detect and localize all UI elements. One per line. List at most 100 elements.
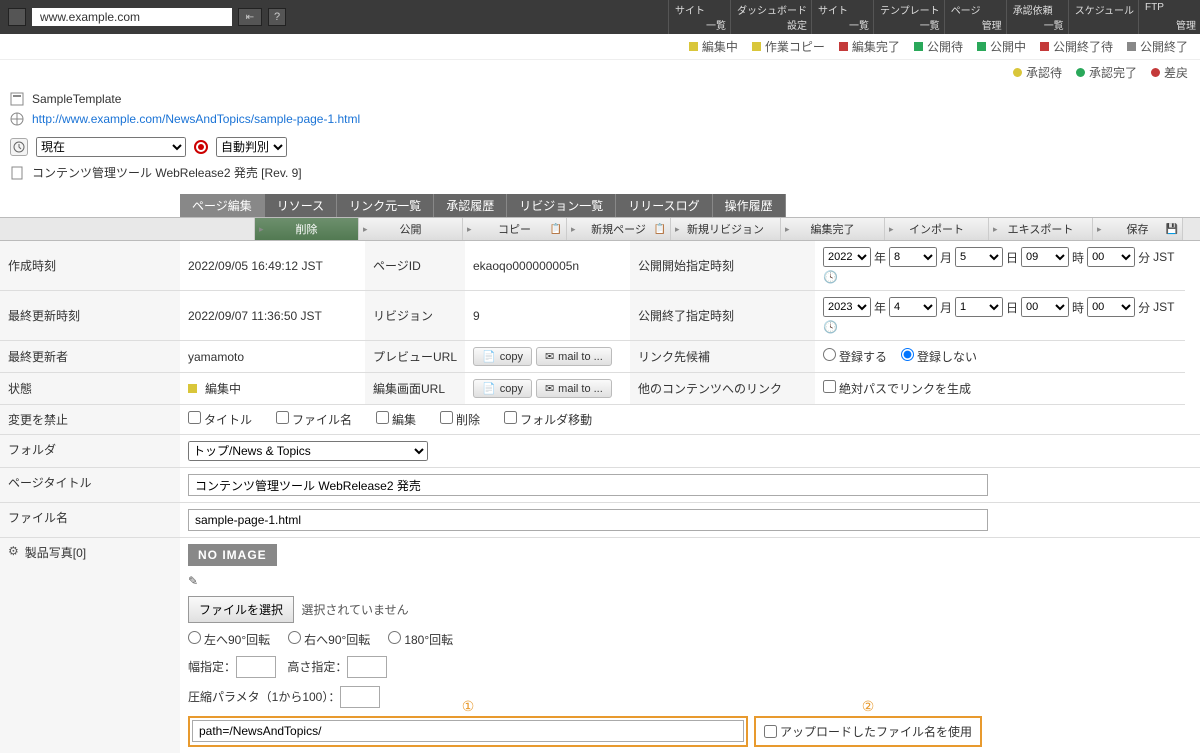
edit-icon[interactable]: ✎ [188,574,198,588]
pagetitle-row: ページタイトル [0,468,1200,503]
new-revision-button[interactable]: ▸新規リビジョン [671,218,781,240]
otherlink-label: 他のコンテンツへのリンク [630,373,815,405]
filename-input[interactable] [188,509,988,531]
editurl-mailto-button[interactable]: ✉mail to ... [536,379,612,398]
preview-mailto-button[interactable]: ✉mail to ... [536,347,612,366]
nav-ftp[interactable]: FTP管理 [1138,0,1200,34]
register-yes[interactable]: 登録する [823,348,887,365]
pubend-min[interactable]: 00 [1087,297,1135,317]
created-value: 2022/09/05 16:49:12 JST [180,241,365,291]
edit-complete-button[interactable]: ▸編集完了 [781,218,885,240]
revision-label: リビジョン [365,291,465,341]
app-menu-icon[interactable] [8,8,26,26]
pubstart-day[interactable]: 5 [955,247,1003,267]
save-button[interactable]: ▸保存💾 [1093,218,1183,240]
import-button[interactable]: ▸インポート [885,218,989,240]
pubstart-min[interactable]: 00 [1087,247,1135,267]
time-button[interactable] [10,138,28,156]
quality-label: 圧縮パラメタ（1から100）： [188,690,340,704]
tab-linkfrom[interactable]: リンク元一覧 [337,194,434,217]
tab-revision-list[interactable]: リビジョン一覧 [507,194,616,217]
pubend-day[interactable]: 1 [955,297,1003,317]
choose-file-button[interactable]: ファイルを選択 [188,596,294,623]
nav-template[interactable]: テンプレート一覧 [873,0,944,34]
gear-icon[interactable]: ⚙ [8,544,19,558]
lock-title[interactable]: タイトル [188,411,252,428]
site-url: www.example.com [32,8,232,26]
mail-icon: ✉ [545,382,554,395]
rotate-right[interactable]: 右へ90°回転 [288,631,370,648]
pubend-hour[interactable]: 00 [1021,297,1069,317]
help-icon[interactable]: ? [268,8,286,26]
content-title: コンテンツ管理ツール WebRelease2 発売 [Rev. 9] [32,164,302,181]
pubstart-year[interactable]: 2022 [823,247,871,267]
calendar-icon[interactable]: 🕓 [823,320,838,334]
height-input[interactable] [347,656,387,678]
action-bar: ▸削除 ▸公開 ▸コピー📋 ▸新規ページ📋 ▸新規リビジョン ▸編集完了 ▸イン… [0,217,1200,241]
path-input[interactable] [192,720,744,742]
pubend-year[interactable]: 2023 [823,297,871,317]
width-input[interactable] [236,656,276,678]
annot-1-marker: ① [462,698,475,715]
tab-release-log[interactable]: リリースログ [616,194,712,217]
export-button[interactable]: ▸エキスポート [989,218,1093,240]
rotate-180[interactable]: 180°回転 [388,631,453,648]
folder-row: フォルダ トップ/News & Topics [0,435,1200,468]
annot-uploaded-box: ② アップロードしたファイル名を使用 [754,716,982,747]
tab-resource[interactable]: リソース [265,194,337,217]
editurl-actions: 📄copy ✉mail to ... [465,373,630,405]
pubend-month[interactable]: 4 [889,297,937,317]
lock-edit[interactable]: 編集 [376,411,416,428]
rotate-left[interactable]: 左へ90°回転 [188,631,270,648]
copy-icon: 📄 [482,350,496,363]
linkcand-value: 登録する 登録しない [815,341,1185,373]
mail-icon: ✉ [545,350,554,363]
register-no[interactable]: 登録しない [901,348,977,365]
template-icon [10,92,24,106]
detect-select[interactable]: 自動判別 [216,137,287,157]
calendar-icon[interactable]: 🕓 [823,270,838,284]
lock-filename[interactable]: ファイル名 [276,411,352,428]
nav-approval[interactable]: 承認依頼一覧 [1006,0,1068,34]
nav-dashboard[interactable]: ダッシュボード設定 [730,0,811,34]
folder-select[interactable]: トップ/News & Topics [188,441,428,461]
page-url-link[interactable]: http://www.example.com/NewsAndTopics/sam… [32,112,360,126]
editurl-copy-button[interactable]: 📄copy [473,379,532,398]
time-select[interactable]: 現在 [36,137,186,157]
delete-button[interactable]: ▸削除 [255,218,359,240]
nav-schedule[interactable]: スケジュール [1068,0,1138,34]
status-legend-2: 承認待 承認完了 差戻 [0,60,1200,85]
pageid-value: ekaoqo000000005n [465,241,630,291]
nav-site[interactable]: サイト一覧 [811,0,873,34]
use-uploaded-check[interactable]: アップロードしたファイル名を使用 [758,720,978,743]
width-label: 幅指定： [188,660,236,674]
page-icon [10,166,24,180]
tab-approval-history[interactable]: 承認履歴 [434,194,507,217]
tab-op-history[interactable]: 操作履歴 [713,194,786,217]
save-icon: 💾 [1166,224,1178,235]
photo-row: ⚙ 製品写真[0] NO IMAGE ✎ ファイルを選択 選択されていません 左… [0,538,1200,753]
tab-page-edit[interactable]: ページ編集 [180,194,265,217]
filename-row: ファイル名 [0,503,1200,538]
pubstart-month[interactable]: 8 [889,247,937,267]
pagetitle-input[interactable] [188,474,988,496]
photo-label: ⚙ 製品写真[0] [0,538,180,753]
quality-input[interactable] [340,686,380,708]
lock-foldermove[interactable]: フォルダ移動 [504,411,592,428]
updated-label: 最終更新時刻 [0,291,180,341]
page-url-row: http://www.example.com/NewsAndTopics/sam… [10,109,1190,129]
pubstart-hour[interactable]: 09 [1021,247,1069,267]
editurl-label: 編集画面URL [365,373,465,405]
preview-copy-button[interactable]: 📄copy [473,347,532,366]
nav-page[interactable]: ページ管理 [944,0,1006,34]
copy-button[interactable]: ▸コピー📋 [463,218,567,240]
pubend-value: 2023年 4月 1日 00時 00分 JST 🕓 [815,291,1185,341]
lock-delete[interactable]: 削除 [440,411,480,428]
pagetitle-label: ページタイトル [0,468,180,502]
collapse-icon[interactable]: ⇤ [238,8,262,26]
new-page-button[interactable]: ▸新規ページ📋 [567,218,671,240]
status-legend-1: 編集中 作業コピー 編集完了 公開待 公開中 公開終了待 公開終了 [0,34,1200,60]
nav-site-list[interactable]: サイト一覧 [668,0,730,34]
abspath-check[interactable]: 絶対パスでリンクを生成 [823,380,971,397]
publish-button[interactable]: ▸公開 [359,218,463,240]
